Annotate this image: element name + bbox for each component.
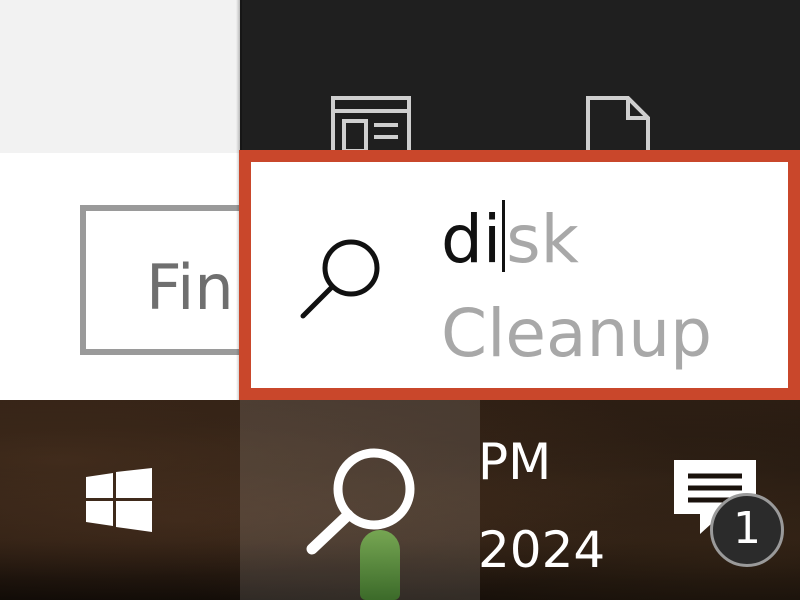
notification-count-badge: 1 [710,493,784,567]
clock-time[interactable]: PM [478,428,551,496]
text-caret [502,200,506,272]
autocomplete-inline: sk [506,201,579,278]
clock-date[interactable]: 2024 [478,516,605,584]
background-window-header [0,0,240,153]
search-input[interactable]: disk Cleanup [239,150,800,400]
taskbar-search-button[interactable] [300,445,420,559]
autocomplete-suggestion: Cleanup [441,295,713,372]
windows-start-icon[interactable] [86,468,152,532]
search-query: disk [441,200,579,280]
typed-text: di [441,201,502,278]
taskbar: PM 2024 1 [0,400,800,600]
search-icon [299,236,383,324]
find-button-label: Fin [146,251,234,324]
